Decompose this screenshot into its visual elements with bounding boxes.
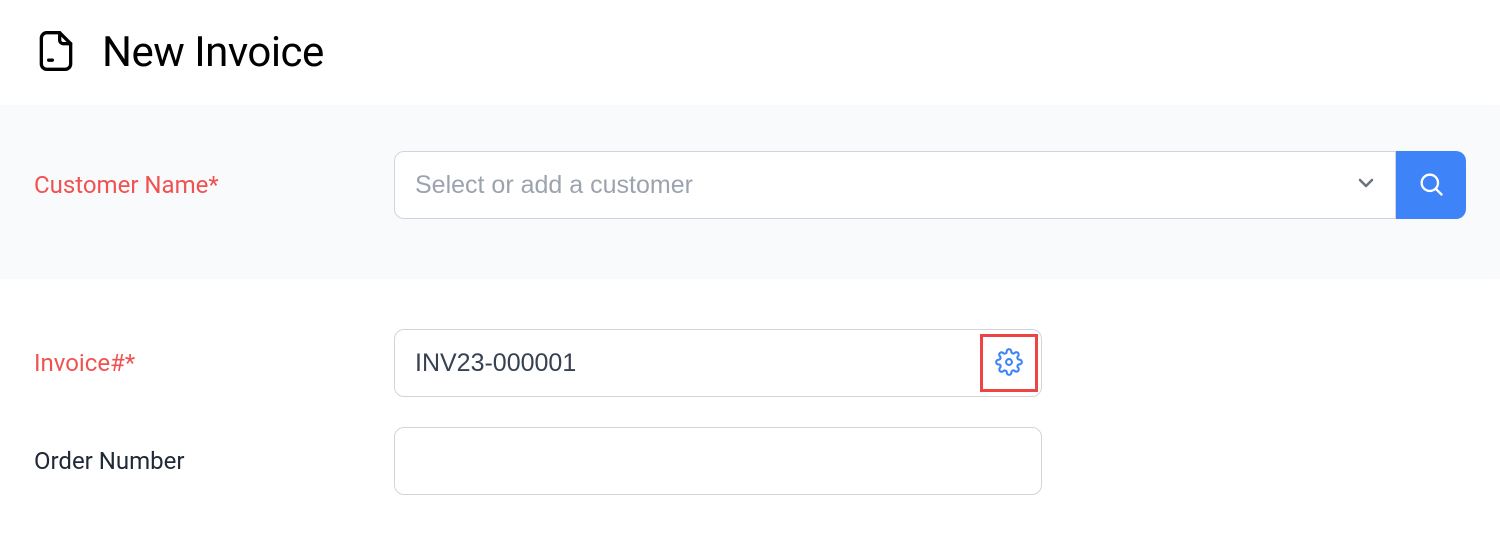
customer-section: Customer Name* Select or add a customer [0, 105, 1500, 279]
customer-input-group: Select or add a customer [394, 151, 1466, 219]
invoice-settings-button[interactable] [980, 334, 1038, 392]
customer-name-label-col: Customer Name* [34, 171, 394, 199]
order-number-row: Order Number [34, 427, 1466, 495]
order-number-label-col: Order Number [34, 447, 394, 475]
page-title: New Invoice [102, 28, 324, 77]
order-number-input[interactable] [394, 427, 1042, 495]
customer-select-wrap: Select or add a customer [394, 151, 1396, 219]
invoice-number-label-col: Invoice#* [34, 349, 394, 377]
gear-icon [995, 348, 1023, 379]
invoice-number-input[interactable] [394, 329, 1042, 397]
customer-select[interactable]: Select or add a customer [394, 151, 1396, 219]
invoice-number-input-container [394, 329, 1042, 397]
file-icon [34, 29, 78, 77]
invoice-section: Invoice#* Order Number [0, 279, 1500, 495]
customer-search-button[interactable] [1396, 151, 1466, 219]
customer-name-row: Customer Name* Select or add a customer [34, 151, 1466, 219]
order-number-input-container [394, 427, 1042, 495]
invoice-number-row: Invoice#* [34, 329, 1466, 397]
search-icon [1417, 170, 1445, 201]
invoice-number-label: Invoice#* [34, 349, 135, 377]
order-number-label: Order Number [34, 447, 185, 475]
customer-name-label: Customer Name* [34, 171, 219, 199]
page-header: New Invoice [0, 0, 1500, 105]
